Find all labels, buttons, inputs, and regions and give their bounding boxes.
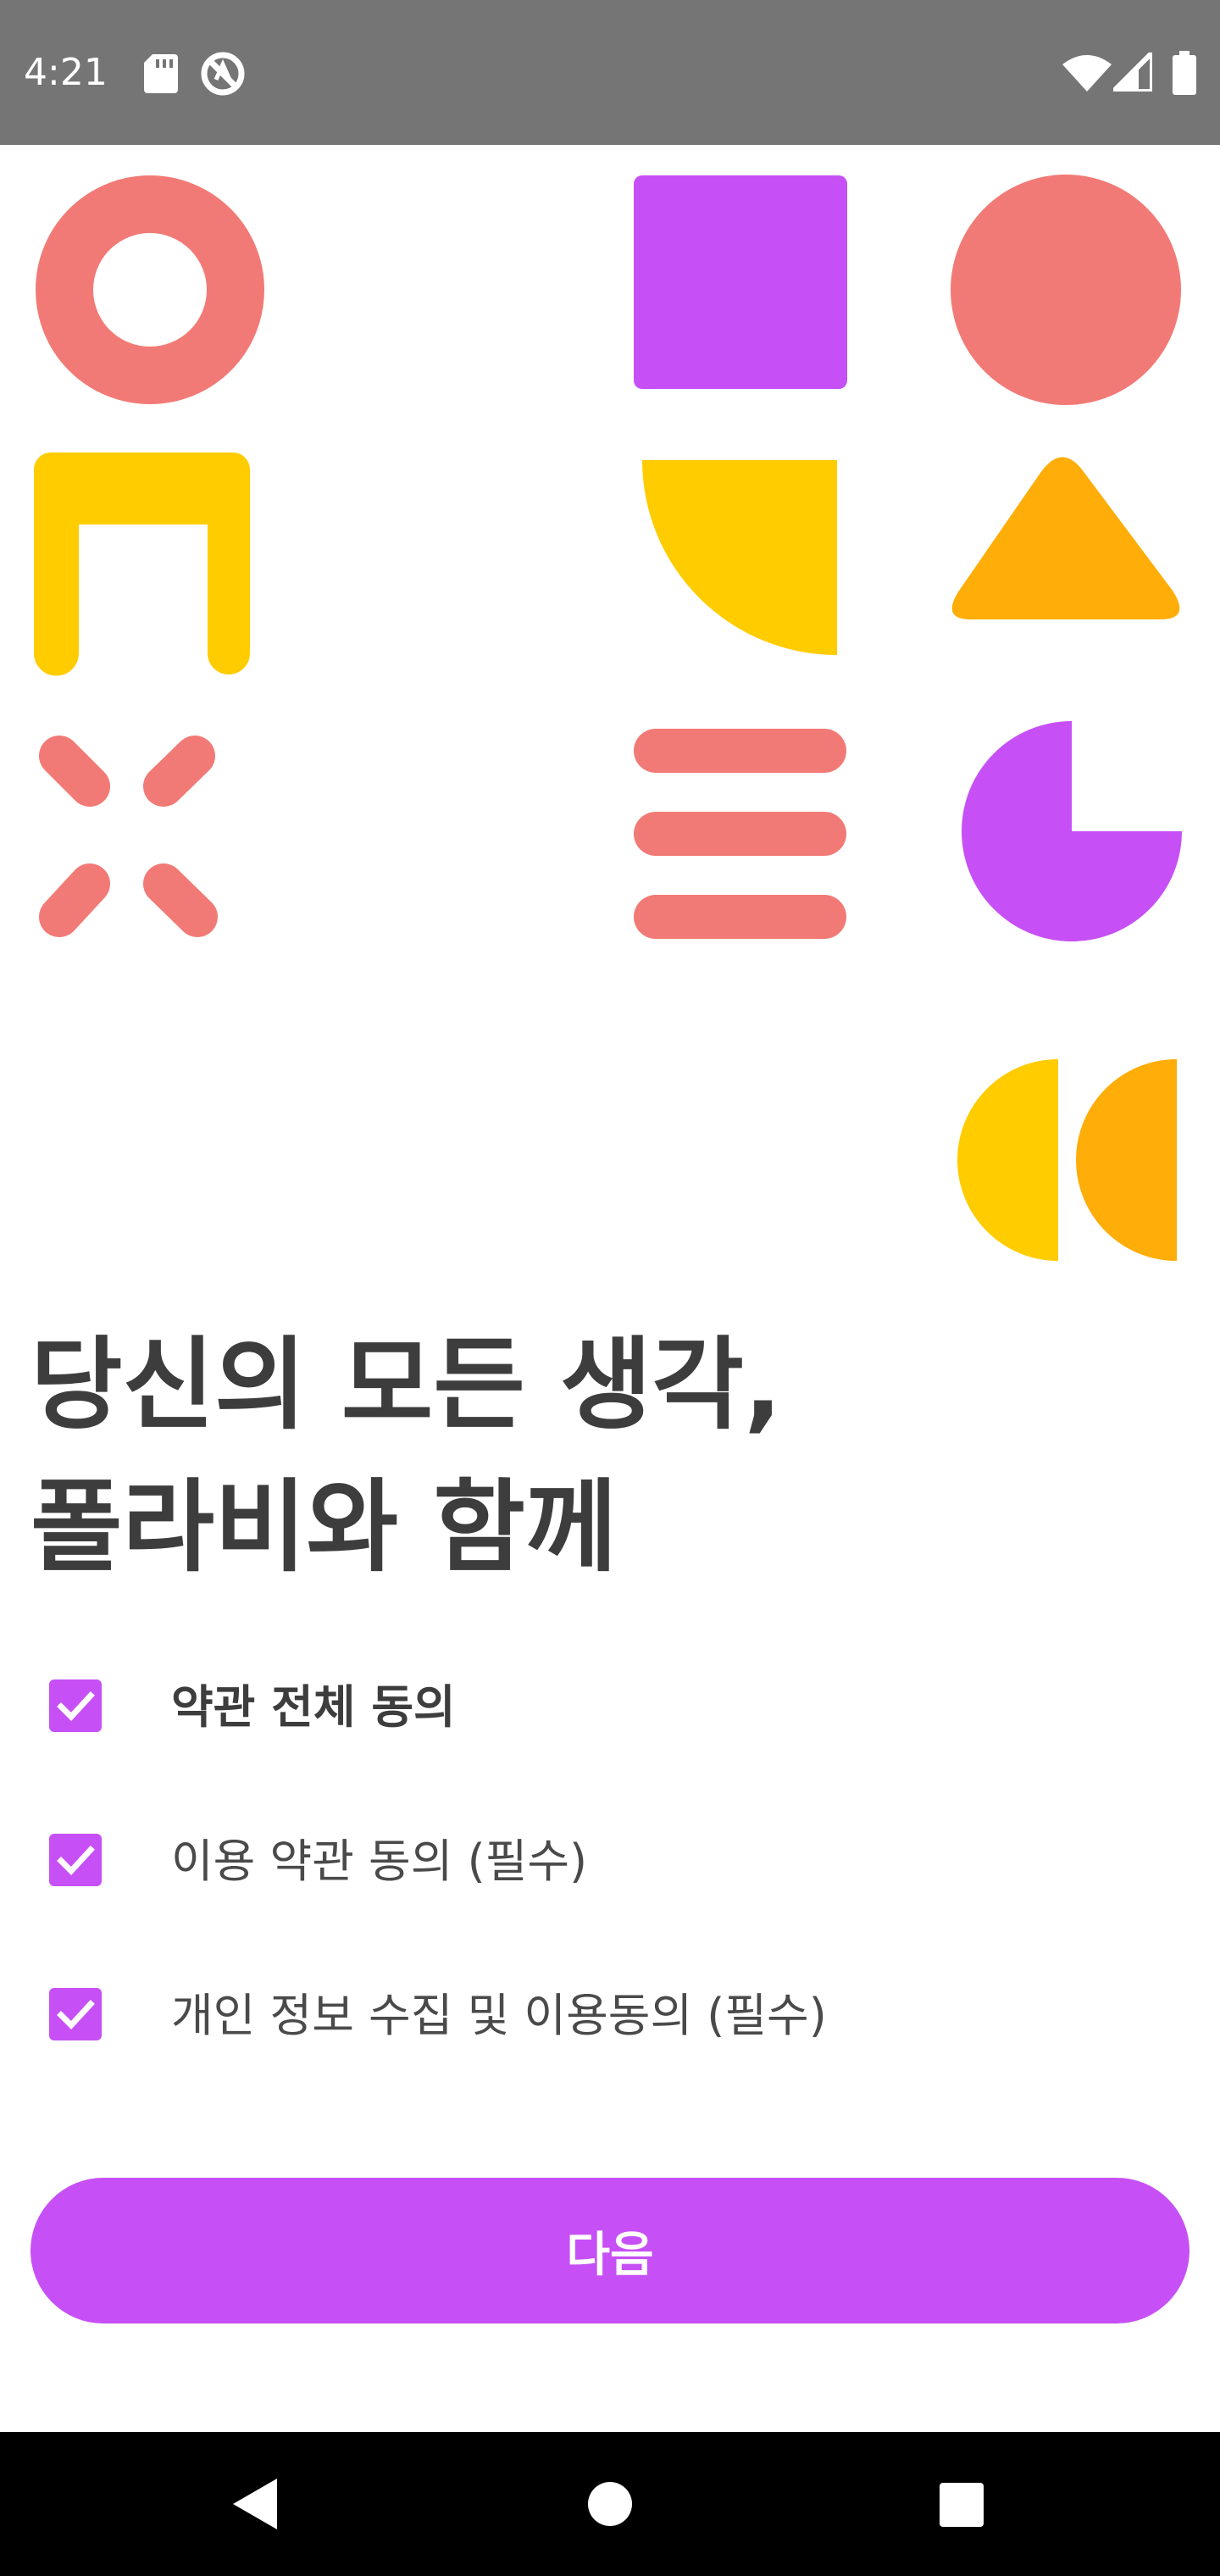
yellow-quarter-shape bbox=[642, 460, 837, 655]
cellular-signal-icon bbox=[1106, 46, 1155, 95]
coral-circle-shape bbox=[951, 175, 1181, 405]
home-icon[interactable] bbox=[538, 2432, 682, 2576]
privacy-consent-label: 개인 정보 수집 및 이용동의 (필수) bbox=[171, 1989, 827, 2042]
purple-square-shape bbox=[634, 175, 847, 389]
check-icon bbox=[57, 1846, 95, 1876]
agree-all-row[interactable]: 약관 전체 동의 bbox=[49, 1679, 1167, 1735]
yellow-arch-shape bbox=[34, 452, 250, 676]
orange-half-circle-shape bbox=[1076, 1059, 1177, 1261]
terms-of-use-label: 이용 약관 동의 (필수) bbox=[171, 1835, 588, 1888]
sd-card-icon bbox=[144, 54, 178, 97]
next-button[interactable]: 다음 bbox=[30, 2178, 1190, 2323]
privacy-consent-checkbox[interactable] bbox=[49, 1988, 102, 2040]
shapes-illustration bbox=[0, 145, 1220, 1297]
agree-all-label: 약관 전체 동의 bbox=[171, 1680, 456, 1734]
yellow-half-circle-shape bbox=[957, 1059, 1058, 1261]
agree-all-checkbox[interactable] bbox=[49, 1679, 102, 1732]
headline-line-1: 당신의 모든 생각, bbox=[30, 1326, 782, 1443]
headline-line-2: 폴라비와 함께 bbox=[30, 1468, 618, 1585]
battery-icon bbox=[1173, 51, 1196, 98]
privacy-consent-row[interactable]: 개인 정보 수집 및 이용동의 (필수) bbox=[49, 1988, 1167, 2044]
terms-of-use-checkbox[interactable] bbox=[49, 1834, 102, 1886]
coral-ring-shape bbox=[36, 175, 264, 404]
wifi-icon bbox=[1062, 54, 1112, 95]
purple-pie-shape bbox=[962, 721, 1182, 941]
back-icon[interactable] bbox=[183, 2432, 327, 2576]
orange-triangle-shape bbox=[951, 457, 1180, 619]
check-icon bbox=[57, 1691, 95, 1722]
coral-x-shape bbox=[39, 736, 218, 937]
status-time: 4:21 bbox=[24, 51, 108, 94]
headline: 당신의 모든 생각, 폴라비와 함께 bbox=[30, 1313, 1183, 1598]
terms-of-use-row[interactable]: 이용 약관 동의 (필수) bbox=[49, 1834, 1167, 1890]
check-icon bbox=[57, 2000, 95, 2030]
status-bar: 4:21 bbox=[0, 0, 1220, 145]
navigation-bar bbox=[0, 2432, 1220, 2576]
coral-lines-shape bbox=[634, 729, 846, 939]
recents-icon[interactable] bbox=[890, 2432, 1034, 2576]
do-not-disturb-icon bbox=[200, 51, 246, 100]
